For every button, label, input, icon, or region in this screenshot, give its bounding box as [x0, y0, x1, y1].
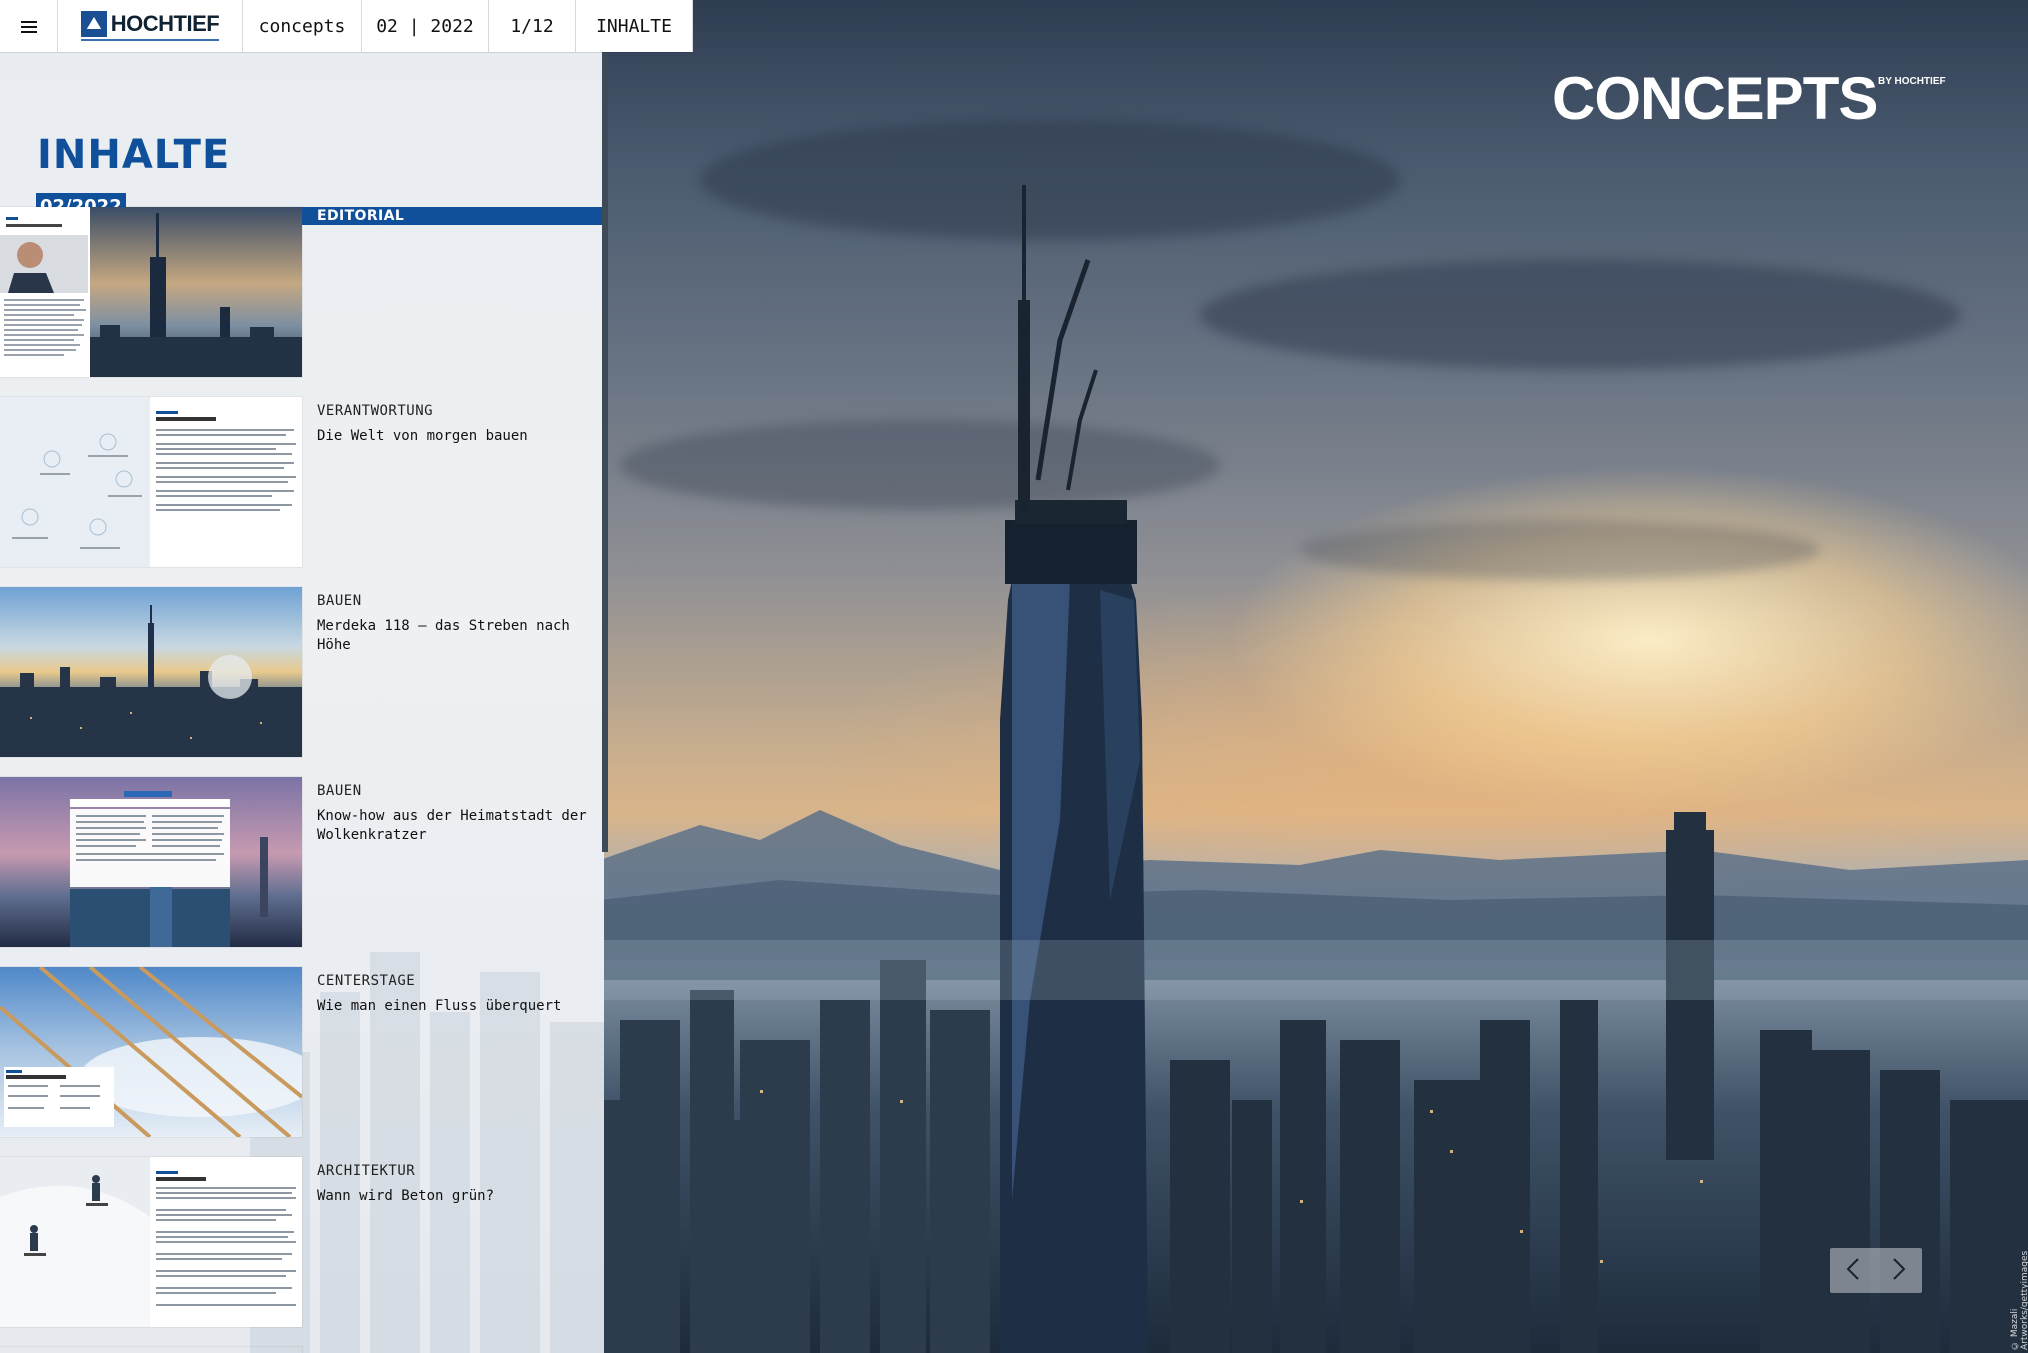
- entry-category: ARCHITEKTUR: [317, 1163, 416, 1179]
- page-pager: [1830, 1248, 1922, 1293]
- entry-category: VERANTWORTUNG: [317, 403, 434, 419]
- toc-entry-editorial[interactable]: EDITORIAL: [0, 207, 604, 377]
- toc-entry-merdeka[interactable]: BAUEN Merdeka 118 – das Streben nach Höh…: [0, 587, 604, 757]
- brand-sub: BY HOCHTIEF: [1878, 76, 1946, 87]
- logo: HOCHTIEF: [80, 11, 220, 41]
- hochtief-logo[interactable]: HOCHTIEF: [58, 0, 243, 52]
- panel-scrollbar[interactable]: [602, 52, 608, 852]
- logo-text: HOCHTIEF: [110, 11, 220, 36]
- entry-category-bar: EDITORIAL: [302, 207, 604, 225]
- thumbnail-verantwortung: [0, 397, 302, 567]
- toc-entry-know-how[interactable]: BAUEN Know-how aus der Heimatstadt der W…: [0, 777, 604, 947]
- nav-issue[interactable]: 02 | 2022: [362, 0, 489, 52]
- thumbnail-editorial: [0, 207, 302, 377]
- next-page-button[interactable]: [1876, 1248, 1922, 1293]
- nav-page-counter[interactable]: 1/12: [489, 0, 576, 52]
- toc-entry-centerstage[interactable]: CENTERSTAGE Wie man einen Fluss überquer…: [0, 967, 604, 1137]
- chevron-left-icon: [1846, 1257, 1860, 1285]
- thumbnail-merdeka: [0, 587, 302, 757]
- table-of-contents-panel: INHALTE 02/2022 EDITORIAL VERANTWORTUNG …: [0, 52, 604, 1353]
- entry-title: Wann wird Beton grün?: [317, 1188, 495, 1204]
- entry-title: Merdeka 118 – das Streben nach Höhe: [317, 618, 570, 653]
- entry-category: CENTERSTAGE: [317, 973, 416, 989]
- hamburger-icon: [20, 12, 37, 40]
- previous-page-button[interactable]: [1830, 1248, 1876, 1293]
- entry-title: Know-how aus der Heimatstadt der Wolkenk…: [317, 808, 587, 843]
- top-navigation: HOCHTIEF concepts 02 | 2022 1/12 INHALTE: [0, 0, 693, 52]
- entry-title: Die Welt von morgen bauen: [317, 428, 528, 444]
- menu-button[interactable]: [0, 0, 58, 52]
- concepts-brand: CONCEPTS: [1552, 65, 1878, 132]
- entry-category: EDITORIAL: [317, 208, 405, 224]
- entry-title: Wie man einen Fluss überquert: [317, 998, 562, 1014]
- thumbnail-know-how: [0, 777, 302, 947]
- photo-credit: © Mazali Artworks/gettyimages: [2010, 1250, 2028, 1350]
- nav-inhalte[interactable]: INHALTE: [576, 0, 693, 52]
- thumbnail-architektur: [0, 1157, 302, 1327]
- toc-entry-verantwortung[interactable]: VERANTWORTUNG Die Welt von morgen bauen: [0, 397, 604, 567]
- entry-category: BAUEN: [317, 593, 362, 609]
- chevron-right-icon: [1892, 1257, 1906, 1285]
- panel-heading: INHALTE: [37, 132, 231, 178]
- thumbnail-centerstage: [0, 967, 302, 1137]
- thumbnail-next: [0, 1347, 302, 1353]
- nav-concepts[interactable]: concepts: [243, 0, 362, 52]
- logo-mark-icon: [80, 11, 107, 37]
- toc-entry-architektur[interactable]: ARCHITEKTUR Wann wird Beton grün?: [0, 1157, 604, 1327]
- entry-category: BAUEN: [317, 783, 362, 799]
